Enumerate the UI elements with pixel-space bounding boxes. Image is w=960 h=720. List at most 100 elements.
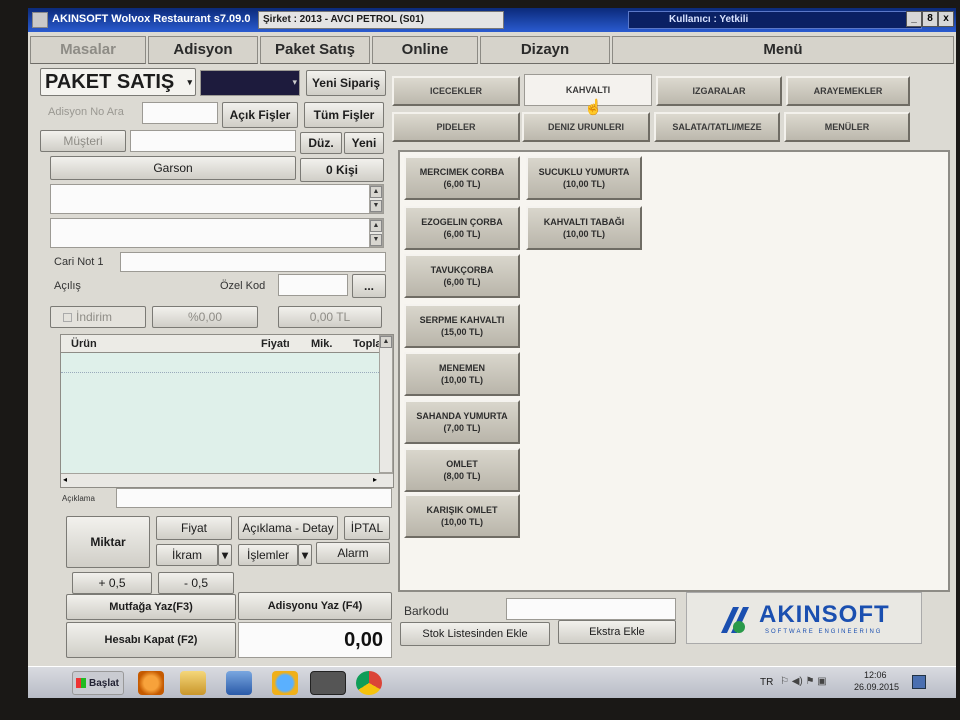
menu-paket-satis[interactable]: Paket Satış (260, 36, 370, 64)
minus-half-button[interactable]: - 0,5 (158, 572, 234, 594)
operations-button[interactable]: İşlemler (238, 544, 298, 566)
add-extra-button[interactable]: Ekstra Ekle (558, 620, 676, 644)
menu-adisyon[interactable]: Adisyon (148, 36, 258, 64)
special-code-input[interactable] (278, 274, 348, 296)
menu-menu[interactable]: Menü (612, 36, 954, 64)
product-button[interactable]: MERCIMEK CORBA (6,00 TL) (404, 156, 520, 200)
plus-half-button[interactable]: + 0,5 (72, 572, 152, 594)
close-check-button[interactable]: Hesabı Kapat (F2) (66, 622, 236, 658)
internet-explorer-icon[interactable] (272, 671, 298, 695)
customer-button[interactable]: Müşteri (40, 130, 126, 152)
discount-percent-field[interactable]: %0,00 (152, 306, 258, 328)
category-pideler[interactable]: PIDELER (392, 112, 520, 142)
barcode-label: Barkodu (404, 604, 449, 618)
note-area-1[interactable]: ▲ ▼ (50, 184, 384, 214)
menu-dizayn[interactable]: Dizayn (480, 36, 610, 64)
color-select[interactable]: ▾ (200, 70, 300, 96)
discount-toggle[interactable]: İndirim (50, 306, 146, 328)
scroll-left-icon[interactable]: ◂ (63, 475, 67, 484)
wolvox-app-icon[interactable] (310, 671, 346, 695)
show-desktop-button[interactable] (912, 675, 926, 689)
minimize-button[interactable]: _ (906, 11, 922, 27)
product-button[interactable]: MENEMEN (10,00 TL) (404, 352, 520, 396)
menu-masalar[interactable]: Masalar (30, 36, 146, 64)
grid-vscroll[interactable]: ▲ (379, 335, 393, 473)
category-arayemekler[interactable]: ARAYEMEKLER (786, 76, 910, 106)
product-name: KARIŞIK OMLET (426, 505, 498, 515)
print-bill-button[interactable]: Adisyonu Yaz (F4) (238, 592, 392, 620)
product-button[interactable]: KAHVALTI TABAĞI (10,00 TL) (526, 206, 642, 250)
table-row[interactable] (61, 353, 379, 373)
scroll-down-icon[interactable]: ▼ (370, 234, 382, 246)
new-order-button[interactable]: Yeni Sipariş (306, 70, 386, 96)
language-indicator[interactable]: TR (760, 677, 773, 688)
product-button[interactable]: SAHANDA YUMURTA (7,00 TL) (404, 400, 520, 444)
scroll-up-icon[interactable]: ▲ (370, 220, 382, 232)
scroll-down-icon[interactable]: ▼ (370, 200, 382, 212)
mode-select[interactable]: PAKET SATIŞ ▾ (40, 68, 196, 96)
cari-not-input[interactable] (120, 252, 386, 272)
special-code-browse-button[interactable]: ... (352, 274, 386, 298)
description-detail-button[interactable]: Açıklama - Detay (238, 516, 338, 540)
checkbox-icon (63, 312, 72, 322)
category-salata-tatli-meze[interactable]: SALATA/TATLI/MEZE (654, 112, 780, 142)
app-icon (32, 12, 48, 28)
computer-icon[interactable] (226, 671, 252, 695)
scroll-right-icon[interactable]: ▸ (373, 475, 377, 484)
product-button[interactable]: SUCUKLU YUMURTA (10,00 TL) (526, 156, 642, 200)
cancel-button[interactable]: İPTAL (344, 516, 390, 540)
send-to-kitchen-button[interactable]: Mutfağa Yaz(F3) (66, 594, 236, 620)
order-grid[interactable]: Ürün Fiyatı Mik. Toplam ▲ ◂ ▸ (60, 334, 394, 488)
all-receipts-button[interactable]: Tüm Fişler (304, 102, 384, 128)
start-button[interactable]: Başlat (72, 671, 124, 695)
price-button[interactable]: Fiyat (156, 516, 232, 540)
chrome-icon[interactable] (356, 671, 382, 695)
grid-hscroll[interactable]: ◂ ▸ (61, 473, 393, 487)
customer-input[interactable] (130, 130, 296, 152)
cari-not-label: Cari Not 1 (54, 256, 104, 268)
scroll-up-icon[interactable]: ▲ (370, 186, 382, 198)
category-izgaralar[interactable]: IZGARALAR (656, 76, 782, 106)
adisyon-search-input[interactable] (142, 102, 218, 124)
person-count-button[interactable]: 0 Kişi (300, 158, 384, 182)
quantity-button[interactable]: Miktar (66, 516, 150, 568)
logo-text: AKINSOFT (759, 601, 890, 628)
logo-subtext: SOFTWARE ENGINEERING (765, 629, 883, 635)
new-customer-button[interactable]: Yeni (344, 132, 384, 154)
scroll-up-icon[interactable]: ▲ (380, 336, 392, 348)
category-menuler[interactable]: MENÜLER (784, 112, 910, 142)
close-button[interactable]: x (938, 11, 954, 27)
window-title: AKINSOFT Wolvox Restaurant s7.09.0 (52, 13, 251, 25)
description-input[interactable] (116, 488, 392, 508)
scrollbar[interactable]: ▲ ▼ (369, 185, 383, 213)
app-window: AKINSOFT Wolvox Restaurant s7.09.0 Şirke… (28, 8, 956, 698)
taskbar: Başlat TR ⚐ ◀) ⚑ ▣ 12:06 26.09.2015 (28, 666, 956, 698)
menu-online[interactable]: Online (372, 36, 478, 64)
waiter-button[interactable]: Garson (50, 156, 296, 180)
product-button[interactable]: KARIŞIK OMLET (10,00 TL) (404, 494, 520, 538)
product-button[interactable]: SERPME KAHVALTI (15,00 TL) (404, 304, 520, 348)
chevron-down-icon: ▾ (187, 76, 192, 87)
clock-time[interactable]: 12:06 (864, 670, 887, 680)
category-deniz-urunleri[interactable]: DENIZ URUNLERI (522, 112, 650, 142)
tray-icons[interactable]: ⚐ ◀) ⚑ ▣ (780, 676, 827, 687)
add-from-stock-list-button[interactable]: Stok Listesinden Ekle (400, 622, 550, 646)
open-receipts-button[interactable]: Açık Fişler (222, 102, 298, 128)
restore-button[interactable]: 8 (922, 11, 938, 27)
scrollbar[interactable]: ▲ ▼ (369, 219, 383, 247)
barcode-input[interactable] (506, 598, 676, 620)
folder-icon[interactable] (180, 671, 206, 695)
chevron-down-icon[interactable]: ▾ (298, 544, 312, 566)
product-button[interactable]: OMLET (8,00 TL) (404, 448, 520, 492)
chevron-down-icon[interactable]: ▾ (218, 544, 232, 566)
edit-customer-button[interactable]: Düz. (300, 132, 342, 154)
complimentary-button[interactable]: İkram (156, 544, 218, 566)
alarm-button[interactable]: Alarm (316, 542, 390, 564)
category-icecekler[interactable]: ICECEKLER (392, 76, 520, 106)
media-player-icon[interactable] (138, 671, 164, 695)
discount-tl-field[interactable]: 0,00 TL (278, 306, 382, 328)
clock-date[interactable]: 26.09.2015 (854, 682, 899, 692)
note-area-2[interactable]: ▲ ▼ (50, 218, 384, 248)
product-button[interactable]: EZOGELIN ÇORBA (6,00 TL) (404, 206, 520, 250)
product-button[interactable]: TAVUKÇORBA (6,00 TL) (404, 254, 520, 298)
